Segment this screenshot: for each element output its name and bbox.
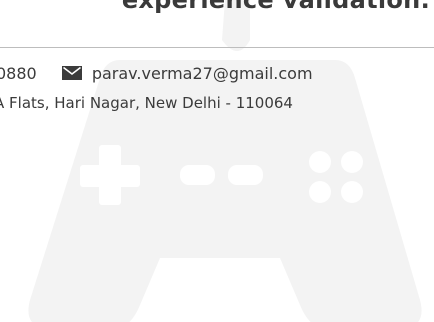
envelope-icon: [61, 66, 82, 80]
email-link[interactable]: parav.verma27@gmail.com: [92, 64, 313, 83]
section-headline: experience validation.: [121, 0, 430, 14]
contact-row: 0880 parav.verma27@gmail.com: [0, 64, 313, 83]
resume-page: experience validation. 0880 parav.verma2…: [0, 0, 434, 322]
divider: [0, 47, 434, 48]
phone-number: 0880: [0, 64, 37, 83]
gamepad-icon: [28, 0, 422, 322]
address: A Flats, Hari Nagar, New Delhi - 110064: [0, 94, 293, 112]
